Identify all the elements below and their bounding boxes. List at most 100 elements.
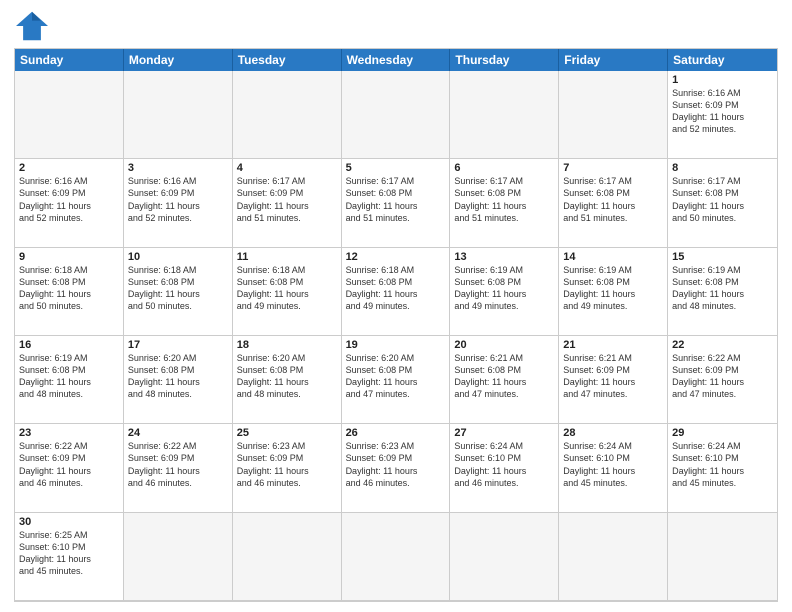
day-info: Sunrise: 6:19 AM Sunset: 6:08 PM Dayligh… [19,352,119,401]
calendar-day-12: 12Sunrise: 6:18 AM Sunset: 6:08 PM Dayli… [342,248,451,336]
day-info: Sunrise: 6:19 AM Sunset: 6:08 PM Dayligh… [563,264,663,313]
day-info: Sunrise: 6:19 AM Sunset: 6:08 PM Dayligh… [454,264,554,313]
calendar-day-24: 24Sunrise: 6:22 AM Sunset: 6:09 PM Dayli… [124,424,233,512]
calendar-day-5: 5Sunrise: 6:17 AM Sunset: 6:08 PM Daylig… [342,159,451,247]
calendar-day-26: 26Sunrise: 6:23 AM Sunset: 6:09 PM Dayli… [342,424,451,512]
day-info: Sunrise: 6:23 AM Sunset: 6:09 PM Dayligh… [346,440,446,489]
logo [14,10,56,42]
day-number: 8 [672,162,773,174]
calendar-day-23: 23Sunrise: 6:22 AM Sunset: 6:09 PM Dayli… [15,424,124,512]
calendar-empty-cell [450,71,559,159]
day-info: Sunrise: 6:17 AM Sunset: 6:08 PM Dayligh… [563,175,663,224]
day-number: 17 [128,339,228,351]
day-number: 3 [128,162,228,174]
day-header-sunday: Sunday [15,49,124,71]
day-number: 4 [237,162,337,174]
day-info: Sunrise: 6:17 AM Sunset: 6:08 PM Dayligh… [672,175,773,224]
day-number: 29 [672,427,773,439]
calendar-day-22: 22Sunrise: 6:22 AM Sunset: 6:09 PM Dayli… [668,336,777,424]
calendar-day-15: 15Sunrise: 6:19 AM Sunset: 6:08 PM Dayli… [668,248,777,336]
day-info: Sunrise: 6:16 AM Sunset: 6:09 PM Dayligh… [128,175,228,224]
day-info: Sunrise: 6:18 AM Sunset: 6:08 PM Dayligh… [346,264,446,313]
day-number: 18 [237,339,337,351]
day-number: 30 [19,516,119,528]
calendar-day-21: 21Sunrise: 6:21 AM Sunset: 6:09 PM Dayli… [559,336,668,424]
day-info: Sunrise: 6:22 AM Sunset: 6:09 PM Dayligh… [19,440,119,489]
day-info: Sunrise: 6:17 AM Sunset: 6:09 PM Dayligh… [237,175,337,224]
calendar-day-8: 8Sunrise: 6:17 AM Sunset: 6:08 PM Daylig… [668,159,777,247]
calendar-empty-cell [233,71,342,159]
day-info: Sunrise: 6:18 AM Sunset: 6:08 PM Dayligh… [19,264,119,313]
day-info: Sunrise: 6:20 AM Sunset: 6:08 PM Dayligh… [237,352,337,401]
calendar-day-19: 19Sunrise: 6:20 AM Sunset: 6:08 PM Dayli… [342,336,451,424]
day-number: 2 [19,162,119,174]
day-header-saturday: Saturday [668,49,777,71]
day-header-thursday: Thursday [450,49,559,71]
day-info: Sunrise: 6:18 AM Sunset: 6:08 PM Dayligh… [237,264,337,313]
calendar-empty-cell [124,71,233,159]
logo-icon [14,10,50,42]
day-info: Sunrise: 6:25 AM Sunset: 6:10 PM Dayligh… [19,529,119,578]
day-number: 1 [672,74,773,86]
calendar-day-1: 1Sunrise: 6:16 AM Sunset: 6:09 PM Daylig… [668,71,777,159]
calendar-day-7: 7Sunrise: 6:17 AM Sunset: 6:08 PM Daylig… [559,159,668,247]
day-info: Sunrise: 6:18 AM Sunset: 6:08 PM Dayligh… [128,264,228,313]
day-info: Sunrise: 6:22 AM Sunset: 6:09 PM Dayligh… [672,352,773,401]
calendar-day-2: 2Sunrise: 6:16 AM Sunset: 6:09 PM Daylig… [15,159,124,247]
calendar-day-13: 13Sunrise: 6:19 AM Sunset: 6:08 PM Dayli… [450,248,559,336]
calendar-day-29: 29Sunrise: 6:24 AM Sunset: 6:10 PM Dayli… [668,424,777,512]
day-number: 16 [19,339,119,351]
day-info: Sunrise: 6:21 AM Sunset: 6:09 PM Dayligh… [563,352,663,401]
calendar-empty-cell [559,513,668,601]
calendar-day-18: 18Sunrise: 6:20 AM Sunset: 6:08 PM Dayli… [233,336,342,424]
day-info: Sunrise: 6:17 AM Sunset: 6:08 PM Dayligh… [454,175,554,224]
day-info: Sunrise: 6:19 AM Sunset: 6:08 PM Dayligh… [672,264,773,313]
calendar-day-16: 16Sunrise: 6:19 AM Sunset: 6:08 PM Dayli… [15,336,124,424]
day-number: 5 [346,162,446,174]
header [14,10,778,42]
calendar-day-11: 11Sunrise: 6:18 AM Sunset: 6:08 PM Dayli… [233,248,342,336]
day-number: 28 [563,427,663,439]
calendar-empty-cell [668,513,777,601]
day-info: Sunrise: 6:17 AM Sunset: 6:08 PM Dayligh… [346,175,446,224]
day-number: 11 [237,251,337,263]
day-number: 20 [454,339,554,351]
calendar-empty-cell [342,513,451,601]
day-info: Sunrise: 6:24 AM Sunset: 6:10 PM Dayligh… [563,440,663,489]
calendar-day-27: 27Sunrise: 6:24 AM Sunset: 6:10 PM Dayli… [450,424,559,512]
calendar-day-14: 14Sunrise: 6:19 AM Sunset: 6:08 PM Dayli… [559,248,668,336]
calendar-day-9: 9Sunrise: 6:18 AM Sunset: 6:08 PM Daylig… [15,248,124,336]
day-info: Sunrise: 6:16 AM Sunset: 6:09 PM Dayligh… [672,87,773,136]
calendar-day-28: 28Sunrise: 6:24 AM Sunset: 6:10 PM Dayli… [559,424,668,512]
calendar-day-20: 20Sunrise: 6:21 AM Sunset: 6:08 PM Dayli… [450,336,559,424]
day-number: 27 [454,427,554,439]
day-info: Sunrise: 6:20 AM Sunset: 6:08 PM Dayligh… [128,352,228,401]
day-number: 13 [454,251,554,263]
day-info: Sunrise: 6:24 AM Sunset: 6:10 PM Dayligh… [672,440,773,489]
day-number: 7 [563,162,663,174]
calendar-day-25: 25Sunrise: 6:23 AM Sunset: 6:09 PM Dayli… [233,424,342,512]
calendar-grid: 1Sunrise: 6:16 AM Sunset: 6:09 PM Daylig… [15,71,777,601]
calendar-day-17: 17Sunrise: 6:20 AM Sunset: 6:08 PM Dayli… [124,336,233,424]
calendar-empty-cell [342,71,451,159]
calendar-day-4: 4Sunrise: 6:17 AM Sunset: 6:09 PM Daylig… [233,159,342,247]
day-number: 10 [128,251,228,263]
day-number: 24 [128,427,228,439]
day-info: Sunrise: 6:23 AM Sunset: 6:09 PM Dayligh… [237,440,337,489]
day-info: Sunrise: 6:22 AM Sunset: 6:09 PM Dayligh… [128,440,228,489]
day-number: 21 [563,339,663,351]
day-number: 22 [672,339,773,351]
day-info: Sunrise: 6:16 AM Sunset: 6:09 PM Dayligh… [19,175,119,224]
day-header-wednesday: Wednesday [342,49,451,71]
day-headers: SundayMondayTuesdayWednesdayThursdayFrid… [15,49,777,71]
calendar-empty-cell [124,513,233,601]
day-header-friday: Friday [559,49,668,71]
day-info: Sunrise: 6:24 AM Sunset: 6:10 PM Dayligh… [454,440,554,489]
calendar-day-3: 3Sunrise: 6:16 AM Sunset: 6:09 PM Daylig… [124,159,233,247]
calendar: SundayMondayTuesdayWednesdayThursdayFrid… [14,48,778,602]
day-info: Sunrise: 6:20 AM Sunset: 6:08 PM Dayligh… [346,352,446,401]
calendar-empty-cell [233,513,342,601]
day-number: 23 [19,427,119,439]
day-header-tuesday: Tuesday [233,49,342,71]
page: SundayMondayTuesdayWednesdayThursdayFrid… [0,0,792,612]
